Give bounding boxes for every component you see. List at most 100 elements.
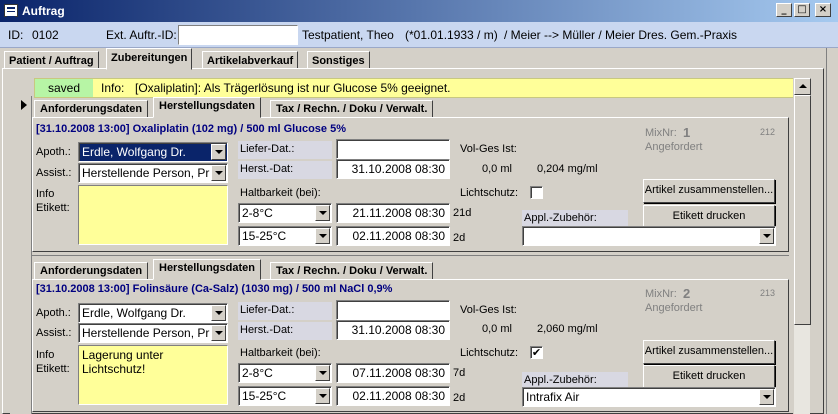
chevron-down-icon[interactable] (315, 228, 330, 244)
ext-id-label: Ext. Auftr.-ID: (106, 28, 177, 42)
lichtschutz-checkbox[interactable]: ✔ (530, 346, 543, 359)
vertical-scrollbar[interactable] (793, 78, 811, 414)
chevron-down-icon[interactable] (759, 228, 774, 244)
chevron-down-icon[interactable] (211, 325, 226, 341)
minimize-button[interactable]: _ (776, 3, 792, 17)
artikel-zusammenstellen-button[interactable]: Artikel zusammenstellen... (643, 179, 775, 203)
halt2-date-input[interactable]: 02.11.2008 08:30 (336, 226, 450, 246)
appl-zubehoer-select[interactable] (522, 226, 776, 246)
mixnr-label: MixNr: (645, 127, 677, 139)
apoth-label: Apoth.: (36, 307, 71, 319)
etikett-drucken-button[interactable]: Etikett drucken (643, 365, 775, 389)
appl-zubehoer-select[interactable]: Intrafix Air (522, 387, 776, 407)
subtab-herstellungsdaten[interactable]: Herstellungsdaten (153, 97, 261, 118)
info-text: [Oxaliplatin]: Als Trägerlösung ist nur … (135, 81, 451, 95)
liefer-label: Liefer-Dat.: (238, 302, 332, 320)
assist-label: Assist.: (36, 167, 72, 179)
maximize-button[interactable]: □ (794, 3, 810, 17)
halt2-temp-value: 15-25°C (242, 229, 287, 243)
chevron-down-icon[interactable] (759, 389, 774, 405)
patient-birth: (*01.01.1933 / m) (405, 28, 498, 42)
mix-status: Angefordert (645, 141, 703, 153)
halt1-date-input[interactable]: 07.11.2008 08:30 (336, 363, 450, 383)
apoth-value: Erdle, Wolfgang Dr. (82, 145, 186, 159)
halt1-temp-select[interactable]: 2-8°C (238, 363, 332, 383)
halt2-days: 2d (453, 392, 466, 404)
assist-select[interactable]: Herstellende Person, Pr (78, 323, 228, 343)
info-label-line1: Info (36, 188, 55, 200)
status-badge: saved (35, 79, 93, 97)
herst-input[interactable]: 31.10.2008 08:30 (336, 320, 450, 340)
liefer-label: Liefer-Dat.: (238, 141, 332, 159)
liefer-input[interactable] (336, 139, 450, 159)
halt1-temp-select[interactable]: 2-8°C (238, 203, 332, 223)
halt1-days: 21d (453, 207, 472, 219)
window-titlebar: Auftrag _ □ × (0, 0, 838, 22)
mixnr-value: 1 (683, 125, 691, 140)
scroll-thumb[interactable] (794, 95, 811, 325)
subtab-tax-rechn[interactable]: Tax / Rechn. / Doku / Verwalt. (270, 262, 434, 280)
chevron-down-icon[interactable] (315, 365, 330, 381)
info-etikett-memo[interactable] (78, 185, 228, 245)
assist-value: Herstellende Person, Pr (82, 326, 210, 340)
tab-zubereitungen[interactable]: Zubereitungen (106, 48, 193, 70)
window-title: Auftrag (22, 4, 65, 18)
order-header: ID: 0102 Ext. Auftr.-ID: Testpatient, Th… (0, 22, 838, 48)
apoth-label: Apoth.: (36, 146, 71, 158)
volume-value: 0,0 ml (482, 323, 512, 335)
artikel-zusammenstellen-button[interactable]: Artikel zusammenstellen... (643, 340, 775, 364)
info-label-line2: Etikett: (36, 363, 70, 375)
chevron-down-icon[interactable] (211, 144, 226, 160)
ext-id-input[interactable] (178, 25, 298, 45)
halt2-temp-select[interactable]: 15-25°C (238, 226, 332, 246)
apoth-select[interactable]: Erdle, Wolfgang Dr. (78, 142, 228, 162)
record-separator (32, 255, 789, 256)
subtab-anforderungsdaten[interactable]: Anforderungsdaten (34, 100, 149, 118)
appl-zubehoer-value: Intrafix Air (526, 390, 580, 404)
scroll-up-icon[interactable] (794, 78, 811, 95)
volges-label: Vol-Ges Ist: (460, 304, 517, 316)
apoth-select[interactable]: Erdle, Wolfgang Dr. (78, 303, 228, 323)
chevron-down-icon[interactable] (211, 165, 226, 181)
mixnr-value: 2 (683, 286, 691, 301)
halt1-days: 7d (453, 367, 466, 379)
info-etikett-memo[interactable]: Lagerung unter Lichtschutz! (78, 345, 228, 405)
herst-label: Herst.-Dat: (238, 322, 332, 340)
lichtschutz-label: Lichtschutz: (460, 347, 519, 359)
lichtschutz-label: Lichtschutz: (460, 187, 519, 199)
form-icon (4, 4, 18, 17)
subtab-herstellungsdaten[interactable]: Herstellungsdaten (153, 259, 261, 280)
lichtschutz-checkbox[interactable] (530, 186, 543, 199)
info-label-line1: Info (36, 349, 55, 361)
doctor-assignment: / Meier --> Müller / Meier Dres. Gem.-Pr… (504, 28, 738, 42)
haltbarkeit-label: Haltbarkeit (bei): (240, 347, 321, 359)
halt1-temp-value: 2-8°C (242, 366, 273, 380)
herst-label: Herst.-Dat: (238, 161, 332, 179)
record-selector[interactable] (10, 96, 32, 414)
record-heading: [31.10.2008 13:00] Folinsäure (Ca-Salz) … (36, 283, 393, 295)
window-right-edge (826, 48, 838, 414)
info-bar: saved Info: [Oxaliplatin]: Als Trägerlös… (34, 78, 794, 98)
chevron-down-icon[interactable] (315, 205, 330, 221)
close-button[interactable]: × (815, 3, 831, 17)
liefer-input[interactable] (336, 300, 450, 320)
halt2-date-input[interactable]: 02.11.2008 08:30 (336, 386, 450, 406)
mix-status: Angefordert (645, 302, 703, 314)
assist-value: Herstellende Person, Pr (82, 166, 210, 180)
info-label: Info: (101, 81, 125, 95)
halt2-temp-value: 15-25°C (242, 389, 287, 403)
haltbarkeit-label: Haltbarkeit (bei): (240, 187, 321, 199)
halt2-temp-select[interactable]: 15-25°C (238, 386, 332, 406)
id-label: ID: (8, 28, 24, 42)
chevron-down-icon[interactable] (211, 305, 226, 321)
volume-value: 0,0 ml (482, 163, 512, 175)
halt1-date-input[interactable]: 21.11.2008 08:30 (336, 203, 450, 223)
mix-code: 212 (760, 127, 776, 137)
current-record-icon (21, 100, 27, 110)
concentration-value: 0,204 mg/ml (537, 163, 598, 175)
subtab-anforderungsdaten[interactable]: Anforderungsdaten (34, 262, 149, 280)
subtab-tax-rechn[interactable]: Tax / Rechn. / Doku / Verwalt. (270, 100, 434, 118)
chevron-down-icon[interactable] (315, 388, 330, 404)
assist-select[interactable]: Herstellende Person, Pr (78, 163, 228, 183)
herst-input[interactable]: 31.10.2008 08:30 (336, 159, 450, 179)
